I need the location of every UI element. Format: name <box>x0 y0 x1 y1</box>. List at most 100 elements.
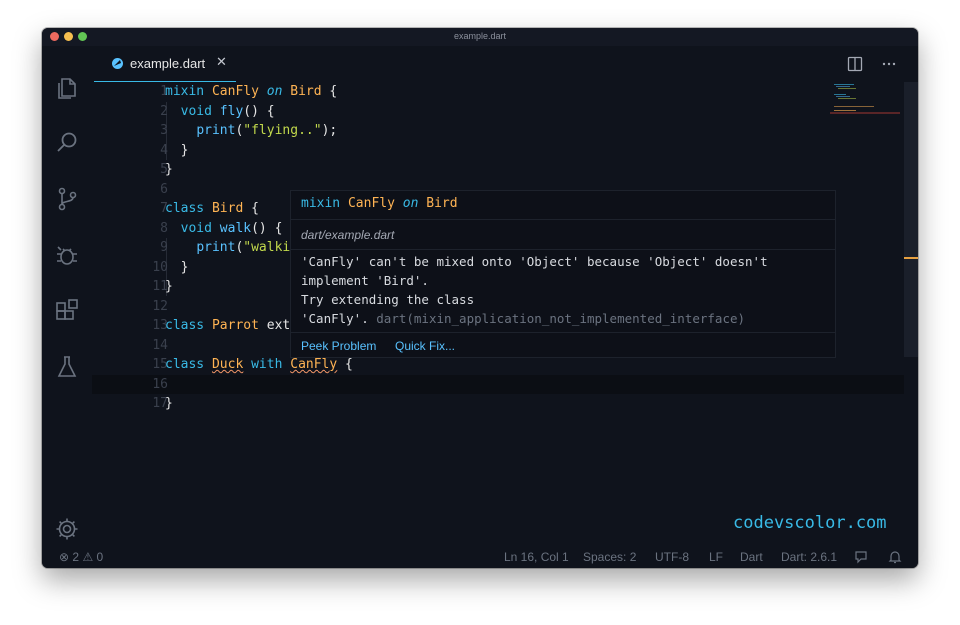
line-number: 16 <box>152 376 168 392</box>
tab-label: example.dart <box>130 56 206 71</box>
more-actions-icon[interactable] <box>881 56 897 72</box>
activity-bar <box>42 46 92 552</box>
line-number: 4 <box>160 142 168 158</box>
code-text: class Bird { <box>165 199 259 219</box>
line-number: 14 <box>152 337 168 353</box>
line-ending-setting[interactable]: LF <box>709 550 723 564</box>
code-line[interactable]: 16 <box>92 374 904 394</box>
line-number: 15 <box>152 357 168 372</box>
signature-token: CanFly <box>347 196 403 211</box>
line-number: 7 <box>160 201 168 216</box>
code-token: } <box>165 396 173 411</box>
minimap[interactable] <box>830 82 902 162</box>
tab-bar: example.dart ✕ <box>92 46 918 82</box>
code-text: } <box>165 160 173 180</box>
code-token: class <box>165 318 212 333</box>
title-bar: example.dart <box>42 28 918 46</box>
code-token: } <box>165 259 189 275</box>
code-text: } <box>165 394 173 414</box>
code-text: } <box>165 141 189 161</box>
line-number: 12 <box>152 298 168 314</box>
hover-error-code: dart(mixin_application_not_implemented_i… <box>376 311 746 326</box>
hover-message-line-1: 'CanFly' can't be mixed onto 'Object' be… <box>301 254 768 269</box>
vertical-scrollbar[interactable] <box>904 82 918 357</box>
line-number: 11 <box>152 279 168 294</box>
status-bar: ⊗ 2 ⚠ 0 Ln 16, Col 1 Spaces: 2 UTF-8 LF … <box>42 546 918 568</box>
line-number: 10 <box>152 259 168 275</box>
settings-gear-icon[interactable] <box>54 516 80 542</box>
extensions-icon[interactable] <box>54 298 80 324</box>
window-title: example.dart <box>453 31 507 41</box>
code-token: print <box>196 240 236 255</box>
code-token: ); <box>321 123 338 138</box>
search-icon[interactable] <box>54 130 80 156</box>
code-token: ext <box>266 318 291 333</box>
code-token: () { <box>243 103 275 119</box>
problems-indicator[interactable]: ⊗ 2 ⚠ 0 <box>59 550 103 564</box>
debug-icon[interactable] <box>54 242 80 268</box>
dart-file-icon <box>112 58 123 69</box>
signature-token: on <box>402 196 427 211</box>
tab-example-dart[interactable]: example.dart ✕ <box>94 46 236 82</box>
code-line[interactable]: 1 mixin CanFly on Bird { <box>92 82 904 102</box>
warning-count: 0 <box>96 550 104 564</box>
quick-fix-link[interactable]: Quick Fix... <box>395 339 455 353</box>
code-token: with <box>251 357 291 372</box>
feedback-icon[interactable] <box>854 550 868 564</box>
code-line[interactable]: 17} <box>92 394 904 414</box>
line-number: 6 <box>160 181 168 197</box>
code-token: { <box>251 201 259 216</box>
code-token: class <box>165 357 212 372</box>
hover-divider <box>291 249 835 250</box>
code-text: void fly() { <box>165 102 275 122</box>
code-token: walk <box>219 220 252 236</box>
editor-window: example.dart example.dart ✕ 1 mixin CanF… <box>42 28 918 568</box>
code-token: CanFly <box>290 357 338 372</box>
code-token: "walki <box>243 240 291 255</box>
peek-problem-link[interactable]: Peek Problem <box>301 339 376 353</box>
code-token: { <box>329 84 338 99</box>
code-token: { <box>337 357 353 372</box>
warning-icon: ⚠ <box>82 550 94 564</box>
language-mode[interactable]: Dart <box>740 550 763 564</box>
hover-message-line-2: implement 'Bird'. <box>301 273 429 288</box>
hover-actions-bar: Peek Problem Quick Fix... <box>291 332 835 358</box>
notifications-bell-icon[interactable] <box>888 550 902 564</box>
tab-close-icon[interactable]: ✕ <box>216 54 227 70</box>
code-line[interactable]: 4 } <box>92 141 904 161</box>
code-token: () { <box>251 220 283 236</box>
code-text: class Parrot ext <box>165 316 290 336</box>
code-line[interactable]: 2 void fly() { <box>92 102 904 122</box>
code-token: Bird <box>211 201 252 216</box>
line-number: 9 <box>160 240 168 255</box>
dart-sdk-version[interactable]: Dart: 2.6.1 <box>781 550 837 564</box>
hover-problem-widget: mixin CanFly on Bird dart/example.dart '… <box>290 190 836 358</box>
cursor-position[interactable]: Ln 16, Col 1 <box>504 550 569 564</box>
hover-message-last: 'CanFly'. <box>301 311 377 326</box>
line-number: 3 <box>160 123 168 138</box>
code-token: Parrot <box>211 318 267 333</box>
encoding-setting[interactable]: UTF-8 <box>655 550 689 564</box>
code-text: print("flying.."); <box>165 121 337 141</box>
code-line[interactable]: 3 print("flying.."); <box>92 121 904 141</box>
code-token: "flying.." <box>243 123 322 138</box>
hover-divider <box>291 219 835 220</box>
hover-signature: mixin CanFly on Bird <box>301 196 458 211</box>
code-text: void walk() { <box>165 219 283 239</box>
code-token: Bird <box>290 84 330 99</box>
split-editor-icon[interactable] <box>847 56 863 72</box>
indentation-setting[interactable]: Spaces: 2 <box>583 550 636 564</box>
testing-flask-icon[interactable] <box>54 354 80 380</box>
code-token: print <box>196 123 236 138</box>
code-text: } <box>165 277 173 297</box>
code-text: } <box>165 258 189 278</box>
code-token: void <box>180 103 220 119</box>
source-control-icon[interactable] <box>54 186 80 212</box>
code-text: print("walki <box>165 238 290 258</box>
explorer-icon[interactable] <box>54 74 80 100</box>
code-line[interactable]: 5} <box>92 160 904 180</box>
